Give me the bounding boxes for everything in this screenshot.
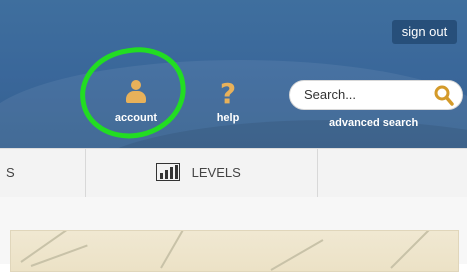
advanced-search-link[interactable]: advanced search bbox=[329, 117, 418, 129]
question-mark-icon: ? bbox=[219, 77, 237, 110]
tab-levels[interactable]: LEVELS bbox=[86, 149, 318, 197]
help-label: help bbox=[216, 112, 240, 124]
site-header: sign out account ? help Search... advanc… bbox=[0, 0, 467, 148]
magnifier-icon[interactable] bbox=[434, 85, 454, 107]
banner-image bbox=[10, 230, 459, 272]
help-link[interactable]: ? help bbox=[202, 77, 254, 125]
tab-bar: S LEVELS bbox=[0, 148, 467, 198]
search-input[interactable]: Search... bbox=[289, 80, 463, 110]
tab-label: LEVELS bbox=[191, 165, 241, 180]
tab-partial[interactable]: S bbox=[0, 149, 86, 197]
tab-label: S bbox=[6, 165, 15, 180]
books-icon bbox=[156, 162, 180, 181]
sign-out-button[interactable]: sign out bbox=[392, 20, 457, 44]
tab-empty[interactable] bbox=[318, 149, 467, 197]
search-placeholder: Search... bbox=[304, 87, 357, 102]
